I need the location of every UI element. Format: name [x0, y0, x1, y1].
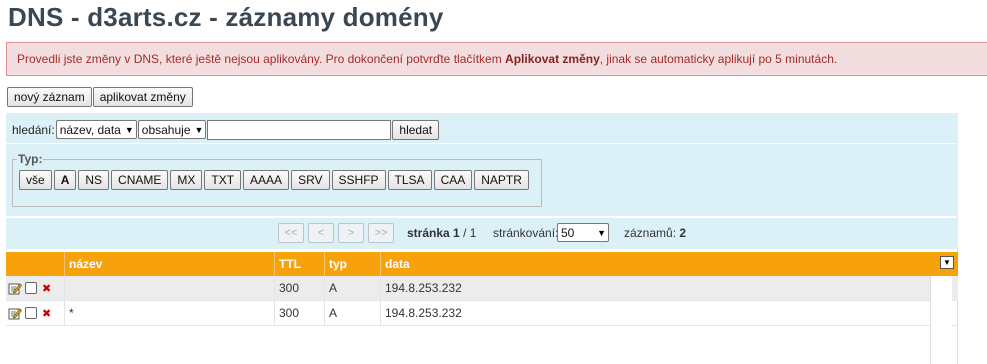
pager-panel: << < > >> stránka 1 / 1 stránkování: 50 …	[6, 218, 958, 249]
search-panel: hledání: název, data ▼ obsahuje ▼ hledat	[6, 113, 958, 143]
column-menu-icon[interactable]: ▼	[940, 256, 954, 269]
total-pages: 1	[469, 226, 477, 240]
type-filter-button-srv[interactable]: SRV	[291, 170, 330, 190]
type-filter-button-vše[interactable]: vše	[19, 170, 52, 190]
type-legend: Typ:	[18, 152, 43, 166]
table-body: ✖ 300 A 194.8.253.232 ✖ * 300 A 194.8.253.232	[6, 276, 958, 326]
row-checkbox[interactable]	[25, 282, 37, 294]
search-input[interactable]	[207, 119, 392, 140]
paging-label: stránkování:	[493, 226, 559, 240]
records-value: 2	[679, 226, 687, 240]
current-page: 1	[453, 226, 460, 240]
type-filter-button-mx[interactable]: MX	[170, 170, 203, 190]
header-name[interactable]: název	[64, 252, 272, 276]
search-operator-select[interactable]: obsahuje ▼	[137, 120, 207, 139]
delete-icon[interactable]: ✖	[42, 282, 51, 295]
new-record-button[interactable]: nový záznam	[7, 87, 92, 107]
pending-changes-alert: Provedli jste změny v DNS, které ještě n…	[6, 42, 987, 76]
type-filter-panel: Typ: vše A NS CNAME MX TXT AAAA SRV SSHFP TLSA CAA…	[6, 144, 958, 216]
row-actions: ✖	[6, 276, 62, 300]
alert-text-after: , jinak se automaticky aplikují po 5 min…	[599, 52, 838, 66]
page-size-value: 50	[561, 225, 575, 240]
type-filter-button-a[interactable]: A	[53, 170, 77, 190]
edit-icon[interactable]	[8, 307, 22, 320]
header-ttl[interactable]: TTL	[274, 252, 322, 276]
pager-buttons: << < > >>	[278, 223, 394, 243]
alert-text-bold: Aplikovat změny	[505, 52, 600, 66]
type-filter-button-ns[interactable]: NS	[78, 170, 110, 190]
last-page-button[interactable]: >>	[368, 223, 394, 243]
type-filter-button-tlsa[interactable]: TLSA	[387, 170, 432, 190]
search-button[interactable]: hledat	[392, 119, 440, 140]
alert-text-before: Provedli jste změny v DNS, které ještě n…	[17, 52, 506, 66]
table-row: ✖ * 300 A 194.8.253.232	[6, 301, 958, 326]
cell-data: 194.8.253.232	[380, 276, 936, 300]
type-filter-button-cname[interactable]: CNAME	[111, 170, 169, 190]
next-page-button[interactable]: >	[338, 223, 364, 243]
prev-page-button[interactable]: <	[308, 223, 334, 243]
type-filter-button-naptr[interactable]: NAPTR	[474, 170, 529, 190]
table-row: ✖ 300 A 194.8.253.232	[6, 276, 958, 301]
type-filter-button-txt[interactable]: TXT	[204, 170, 242, 190]
first-page-button[interactable]: <<	[278, 223, 304, 243]
type-filter-button-caa[interactable]: CAA	[433, 170, 473, 190]
search-field-select[interactable]: název, data ▼	[55, 120, 137, 139]
chevron-down-icon: ▼	[194, 124, 204, 135]
cell-type: A	[324, 276, 378, 300]
header-data[interactable]: data	[380, 252, 936, 276]
cell-name	[64, 276, 272, 300]
edit-icon[interactable]	[8, 282, 22, 295]
cell-ttl: 300	[274, 301, 322, 325]
table-header: název TTL typ data ▼	[6, 252, 958, 276]
type-fieldset: Typ: vše A NS CNAME MX TXT AAAA SRV SSHFP TLSA CAA…	[12, 152, 542, 207]
delete-icon[interactable]: ✖	[42, 307, 51, 320]
records-count: záznamů: 2	[624, 226, 686, 240]
type-buttons: vše A NS CNAME MX TXT AAAA SRV SSHFP TLSA CAA NAPTR	[19, 170, 541, 190]
toolbar: nový záznam aplikovat změny	[7, 87, 193, 107]
cell-type: A	[324, 301, 378, 325]
search-operator-value: obsahuje	[141, 122, 191, 137]
records-table: název TTL typ data ▼ ✖ 300 A 194.8.253.232 ✖…	[6, 252, 958, 326]
row-actions: ✖	[6, 301, 62, 325]
page-title: DNS - d3arts.cz - záznamy domény	[8, 2, 444, 32]
page-size-select[interactable]: 50 ▼	[557, 223, 609, 242]
cell-name: *	[64, 301, 272, 325]
header-type[interactable]: typ	[324, 252, 378, 276]
header-actions	[6, 252, 62, 276]
chevron-down-icon: ▼	[597, 227, 606, 238]
cell-data: 194.8.253.232	[380, 301, 936, 325]
records-label: záznamů:	[624, 226, 677, 240]
search-field-value: název, data	[59, 122, 121, 137]
search-label: hledání:	[12, 122, 55, 137]
chevron-down-icon: ▼	[124, 124, 134, 135]
row-checkbox[interactable]	[25, 307, 37, 319]
page-label: stránka	[407, 226, 450, 240]
table-scroll-area	[930, 276, 952, 364]
cell-ttl: 300	[274, 276, 322, 300]
page-info: stránka 1 / 1	[407, 226, 477, 240]
apply-changes-button[interactable]: aplikovat změny	[92, 87, 193, 107]
type-filter-button-sshfp[interactable]: SSHFP	[331, 170, 386, 190]
type-filter-button-aaaa[interactable]: AAAA	[243, 170, 290, 190]
